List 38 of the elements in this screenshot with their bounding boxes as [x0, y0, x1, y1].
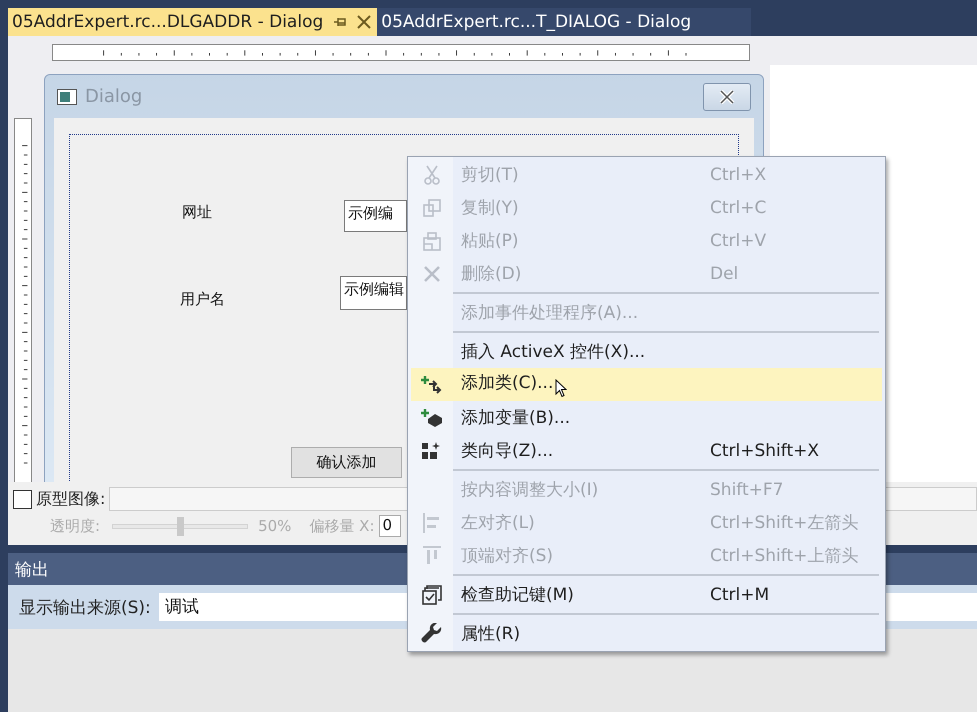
opacity-slider[interactable]: [110, 516, 250, 536]
scissors-icon: [422, 164, 442, 186]
menu-item[interactable]: 添加类(C)...: [411, 368, 882, 401]
slider-thumb[interactable]: [177, 516, 184, 536]
opacity-reading: 50%: [258, 517, 292, 535]
close-icon[interactable]: [357, 15, 372, 29]
paste-icon: [422, 230, 442, 252]
document-tab[interactable]: 05AddrExpert.rc...T_DIALOG - Dialog: [377, 8, 752, 36]
align-left-icon: [422, 512, 442, 534]
static-label: 用户名: [180, 290, 225, 309]
align-top-icon: [422, 544, 442, 566]
delete-icon: [422, 264, 442, 284]
mouse-cursor-icon: [555, 379, 568, 398]
opacity-label: 透明度:: [50, 516, 100, 536]
add-class-icon: [421, 374, 443, 394]
close-icon: [719, 90, 735, 104]
check-mnemonic-icon: [422, 584, 442, 604]
copy-icon: [422, 198, 442, 218]
checkbox-label: 原型图像:: [36, 488, 106, 510]
confirm-button[interactable]: 确认添加: [291, 447, 402, 478]
output-source-label: 显示输出来源(S):: [19, 596, 151, 618]
dialog-title: Dialog: [85, 86, 144, 107]
menu-item[interactable]: 添加变量(B)...: [411, 401, 882, 434]
menu-item[interactable]: 属性(R): [411, 617, 882, 650]
offset-x-field[interactable]: 0: [378, 515, 401, 537]
offset-x-label: 偏移量 X:: [309, 516, 375, 536]
add-variable-icon: [421, 408, 443, 428]
static-label: 网址: [182, 203, 212, 222]
document-tab[interactable]: 05AddrExpert.rc...DLGADDR - Dialog: [8, 8, 378, 36]
pin-icon[interactable]: [333, 16, 348, 28]
edit-field[interactable]: 示例编: [344, 200, 407, 232]
menu-item[interactable]: 类向导(Z)... Ctrl+Shift+X: [411, 434, 882, 467]
edit-field[interactable]: 示例编辑: [340, 276, 407, 310]
menu-item[interactable]: 插入 ActiveX 控件(X)...: [411, 335, 882, 368]
wrench-icon: [421, 622, 443, 644]
checkbox[interactable]: [13, 490, 32, 508]
close-button[interactable]: [703, 82, 751, 110]
window-icon: [57, 88, 77, 104]
